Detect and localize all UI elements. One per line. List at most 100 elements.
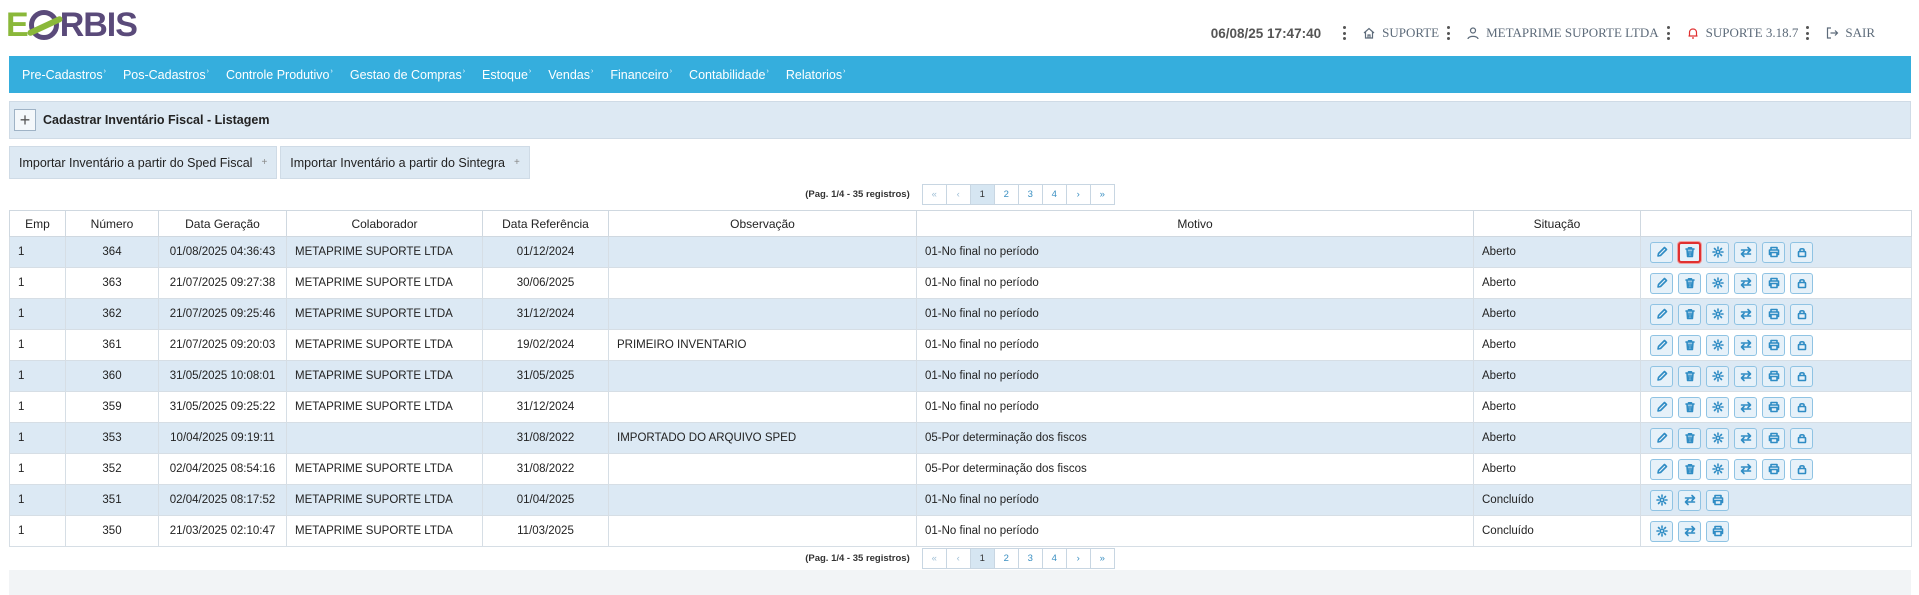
add-button[interactable]: + xyxy=(14,109,36,131)
settings-button[interactable] xyxy=(1650,489,1673,511)
transfer-button[interactable] xyxy=(1734,365,1757,387)
page-1-button[interactable]: 1 xyxy=(969,183,995,205)
settings-button[interactable] xyxy=(1706,334,1729,356)
page-1-button[interactable]: 1 xyxy=(969,547,995,569)
lock-button[interactable] xyxy=(1790,303,1813,325)
settings-button[interactable] xyxy=(1706,458,1729,480)
col-header-colaborador[interactable]: Colaborador xyxy=(286,210,483,237)
settings-button[interactable] xyxy=(1650,520,1673,542)
print-button[interactable] xyxy=(1762,396,1785,418)
page-4-button[interactable]: 4 xyxy=(1041,547,1067,569)
edit-button[interactable] xyxy=(1650,334,1673,356)
first-page-button[interactable]: « xyxy=(921,183,947,205)
transfer-button[interactable] xyxy=(1734,458,1757,480)
lock-button[interactable] xyxy=(1790,241,1813,263)
kebab-menu-icon[interactable] xyxy=(1666,26,1670,40)
menu-financeiro[interactable]: Financeiro› xyxy=(610,68,672,82)
print-button[interactable] xyxy=(1762,334,1785,356)
table-row[interactable]: 1 363 21/07/2025 09:27:38 METAPRIME SUPORTE… xyxy=(9,267,1912,299)
table-row[interactable]: 1 351 02/04/2025 08:17:52 METAPRIME SUPORTE… xyxy=(9,484,1912,516)
settings-button[interactable] xyxy=(1706,303,1729,325)
lock-button[interactable] xyxy=(1790,365,1813,387)
table-row[interactable]: 1 360 31/05/2025 10:08:01 METAPRIME SUPORTE… xyxy=(9,360,1912,392)
delete-button[interactable] xyxy=(1678,396,1701,418)
menu-estoque[interactable]: Estoque› xyxy=(482,68,531,82)
print-button[interactable] xyxy=(1762,241,1785,263)
print-button[interactable] xyxy=(1706,520,1729,542)
page-3-button[interactable]: 3 xyxy=(1017,183,1043,205)
settings-button[interactable] xyxy=(1706,272,1729,294)
print-button[interactable] xyxy=(1706,489,1729,511)
edit-button[interactable] xyxy=(1650,427,1673,449)
menu-gestao-compras[interactable]: Gestao de Compras› xyxy=(350,68,465,82)
menu-relatorios[interactable]: Relatorios› xyxy=(786,68,846,82)
header-notifications[interactable]: SUPORTE 3.18.7 xyxy=(1686,25,1798,41)
kebab-menu-icon[interactable] xyxy=(1447,26,1451,40)
col-header-situacao[interactable]: Situação xyxy=(1473,210,1641,237)
delete-button[interactable] xyxy=(1678,334,1701,356)
menu-pre-cadastros[interactable]: Pre-Cadastros› xyxy=(22,68,106,82)
page-2-button[interactable]: 2 xyxy=(993,547,1019,569)
edit-button[interactable] xyxy=(1650,241,1673,263)
col-header-emp[interactable]: Emp xyxy=(9,210,66,237)
menu-contabilidade[interactable]: Contabilidade› xyxy=(689,68,769,82)
menu-vendas[interactable]: Vendas› xyxy=(548,68,593,82)
print-button[interactable] xyxy=(1762,427,1785,449)
lock-button[interactable] xyxy=(1790,272,1813,294)
edit-button[interactable] xyxy=(1650,272,1673,294)
table-row[interactable]: 1 359 31/05/2025 09:25:22 METAPRIME SUPORTE… xyxy=(9,391,1912,423)
delete-button[interactable] xyxy=(1678,365,1701,387)
delete-button[interactable] xyxy=(1678,458,1701,480)
header-user[interactable]: METAPRIME SUPORTE LTDA xyxy=(1466,25,1659,41)
transfer-button[interactable] xyxy=(1734,334,1757,356)
import-sped-button[interactable]: Importar Inventário a partir do Sped Fis… xyxy=(9,146,278,179)
settings-button[interactable] xyxy=(1706,396,1729,418)
col-header-data-geracao[interactable]: Data Geração xyxy=(158,210,287,237)
table-row[interactable]: 1 352 02/04/2025 08:54:16 METAPRIME SUPORTE… xyxy=(9,453,1912,485)
table-row[interactable]: 1 353 10/04/2025 09:19:11 31/08/2022 IMPORTA… xyxy=(9,422,1912,454)
first-page-button[interactable]: « xyxy=(921,547,947,569)
col-header-motivo[interactable]: Motivo xyxy=(916,210,1474,237)
transfer-button[interactable] xyxy=(1734,303,1757,325)
page-2-button[interactable]: 2 xyxy=(993,183,1019,205)
transfer-button[interactable] xyxy=(1734,241,1757,263)
lock-button[interactable] xyxy=(1790,458,1813,480)
kebab-menu-icon[interactable] xyxy=(1343,26,1347,40)
edit-button[interactable] xyxy=(1650,396,1673,418)
transfer-button[interactable] xyxy=(1734,396,1757,418)
eorbis-logo[interactable]: E RBIS xyxy=(6,6,138,44)
header-location[interactable]: SUPORTE xyxy=(1362,25,1439,41)
exit-button[interactable]: SAIR xyxy=(1825,25,1875,41)
print-button[interactable] xyxy=(1762,365,1785,387)
edit-button[interactable] xyxy=(1650,303,1673,325)
settings-button[interactable] xyxy=(1706,365,1729,387)
kebab-menu-icon[interactable] xyxy=(1806,26,1810,40)
print-button[interactable] xyxy=(1762,272,1785,294)
delete-button[interactable] xyxy=(1678,427,1701,449)
edit-button[interactable] xyxy=(1650,458,1673,480)
lock-button[interactable] xyxy=(1790,334,1813,356)
last-page-button[interactable]: » xyxy=(1089,547,1115,569)
import-sintegra-button[interactable]: Importar Inventário a partir do Sintegra… xyxy=(280,146,530,179)
transfer-button[interactable] xyxy=(1734,272,1757,294)
col-header-numero[interactable]: Número xyxy=(65,210,159,237)
table-row[interactable]: 1 350 21/03/2025 02:10:47 METAPRIME SUPORTE… xyxy=(9,515,1912,547)
page-3-button[interactable]: 3 xyxy=(1017,547,1043,569)
transfer-button[interactable] xyxy=(1678,489,1701,511)
next-page-button[interactable]: › xyxy=(1065,183,1091,205)
transfer-button[interactable] xyxy=(1678,520,1701,542)
last-page-button[interactable]: » xyxy=(1089,183,1115,205)
prev-page-button[interactable]: ‹ xyxy=(945,183,971,205)
table-row[interactable]: 1 364 01/08/2025 04:36:43 METAPRIME SUPORTE… xyxy=(9,236,1912,268)
table-row[interactable]: 1 361 21/07/2025 09:20:03 METAPRIME SUPORTE… xyxy=(9,329,1912,361)
settings-button[interactable] xyxy=(1706,427,1729,449)
lock-button[interactable] xyxy=(1790,427,1813,449)
next-page-button[interactable]: › xyxy=(1065,547,1091,569)
page-4-button[interactable]: 4 xyxy=(1041,183,1067,205)
menu-controle-produtivo[interactable]: Controle Produtivo› xyxy=(226,68,333,82)
edit-button[interactable] xyxy=(1650,365,1673,387)
delete-button[interactable] xyxy=(1678,272,1701,294)
col-header-data-referencia[interactable]: Data Referência xyxy=(482,210,609,237)
delete-button[interactable] xyxy=(1678,241,1701,263)
lock-button[interactable] xyxy=(1790,396,1813,418)
